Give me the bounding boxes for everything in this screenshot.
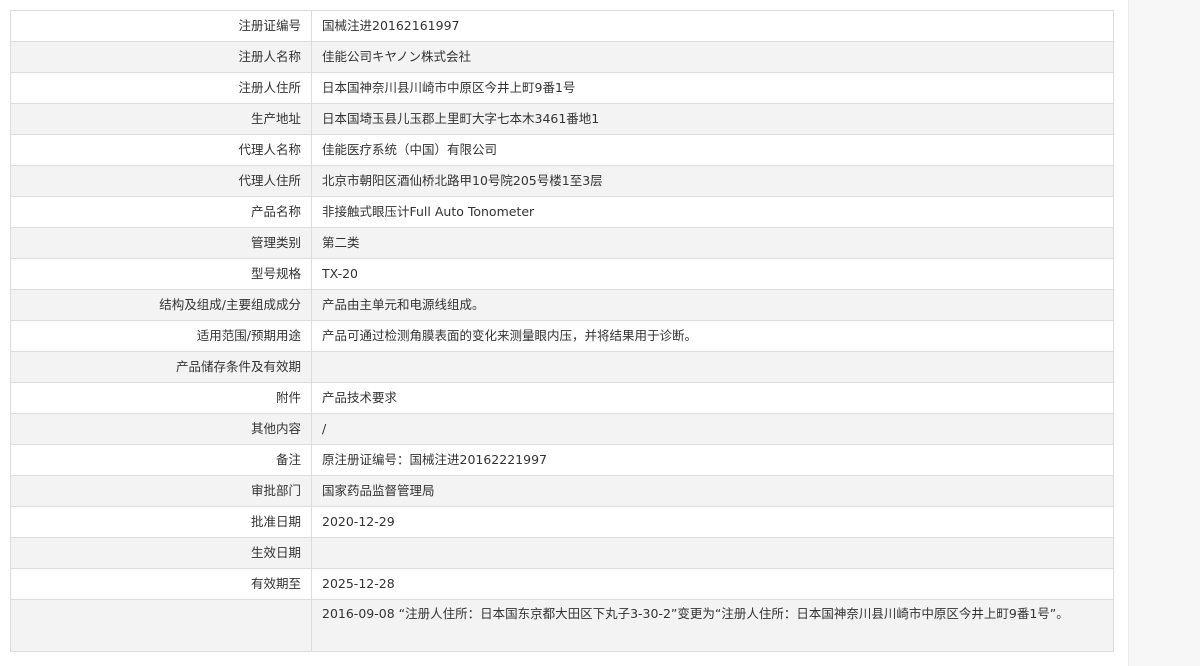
- table-row-storage-validity: 产品储存条件及有效期: [10, 351, 1114, 383]
- table-row-approval-date: 批准日期 2020-12-29: [10, 506, 1114, 538]
- row-label: 生效日期: [10, 537, 312, 569]
- row-value: 产品由主单元和电源线组成。: [311, 289, 1114, 321]
- table-row-other-content: 其他内容 /: [10, 413, 1114, 445]
- row-label: 生产地址: [10, 103, 312, 135]
- table-row-change-history: 2016-09-08 “注册人住所：日本国东京都大田区下丸子3-30-2”变更为…: [10, 599, 1114, 652]
- row-value: 非接触式眼压计Full Auto Tonometer: [311, 196, 1114, 228]
- row-value: 北京市朝阳区酒仙桥北路甲10号院205号楼1至3层: [311, 165, 1114, 197]
- row-label: 适用范围/预期用途: [10, 320, 312, 352]
- row-value: 佳能公司キヤノン株式会社: [311, 41, 1114, 73]
- row-label: 代理人住所: [10, 165, 312, 197]
- row-label: 注册证编号: [10, 10, 312, 42]
- table-row-product-name: 产品名称 非接触式眼压计Full Auto Tonometer: [10, 196, 1114, 228]
- row-value: 第二类: [311, 227, 1114, 259]
- table-row-remarks: 备注 原注册证编号：国械注进20162221997: [10, 444, 1114, 476]
- row-label: 注册人住所: [10, 72, 312, 104]
- row-value: 产品可通过检测角膜表面的变化来测量眼内压，并将结果用于诊断。: [311, 320, 1114, 352]
- row-label: 其他内容: [10, 413, 312, 445]
- row-value: TX-20: [311, 258, 1114, 290]
- table-row-structure-composition: 结构及组成/主要组成成分 产品由主单元和电源线组成。: [10, 289, 1114, 321]
- table-row-production-address: 生产地址 日本国埼玉县儿玉郡上里町大字七本木3461番地1: [10, 103, 1114, 135]
- row-label: 有效期至: [10, 568, 312, 600]
- row-value: /: [311, 413, 1114, 445]
- row-label: 审批部门: [10, 475, 312, 507]
- row-value: 佳能医疗系统（中国）有限公司: [311, 134, 1114, 166]
- row-label: 型号规格: [10, 258, 312, 290]
- table-row-scope-intended-use: 适用范围/预期用途 产品可通过检测角膜表面的变化来测量眼内压，并将结果用于诊断。: [10, 320, 1114, 352]
- row-label: 代理人名称: [10, 134, 312, 166]
- row-label: 管理类别: [10, 227, 312, 259]
- row-value: [311, 537, 1114, 569]
- row-label: 附件: [10, 382, 312, 414]
- table-row-registrant-name: 注册人名称 佳能公司キヤノン株式会社: [10, 41, 1114, 73]
- row-value: 日本国神奈川县川崎市中原区今井上町9番1号: [311, 72, 1114, 104]
- row-value: [311, 351, 1114, 383]
- table-row-registrant-address: 注册人住所 日本国神奈川县川崎市中原区今井上町9番1号: [10, 72, 1114, 104]
- row-value: 产品技术要求: [311, 382, 1114, 414]
- row-label: 备注: [10, 444, 312, 476]
- row-value: 2025-12-28: [311, 568, 1114, 600]
- row-label: 产品名称: [10, 196, 312, 228]
- registration-detail-table: 注册证编号 国械注进20162161997 注册人名称 佳能公司キヤノン株式会社…: [10, 10, 1114, 652]
- table-row-attachment: 附件 产品技术要求: [10, 382, 1114, 414]
- row-label: 产品储存条件及有效期: [10, 351, 312, 383]
- row-value: 2016-09-08 “注册人住所：日本国东京都大田区下丸子3-30-2”变更为…: [311, 599, 1114, 652]
- row-label: 注册人名称: [10, 41, 312, 73]
- table-row-model-spec: 型号规格 TX-20: [10, 258, 1114, 290]
- table-row-approval-department: 审批部门 国家药品监督管理局: [10, 475, 1114, 507]
- row-label: [10, 599, 312, 652]
- row-value: 日本国埼玉县儿玉郡上里町大字七本木3461番地1: [311, 103, 1114, 135]
- row-label: 批准日期: [10, 506, 312, 538]
- table-row-management-category: 管理类别 第二类: [10, 227, 1114, 259]
- row-value: 国家药品监督管理局: [311, 475, 1114, 507]
- row-value: 原注册证编号：国械注进20162221997: [311, 444, 1114, 476]
- table-row-agent-address: 代理人住所 北京市朝阳区酒仙桥北路甲10号院205号楼1至3层: [10, 165, 1114, 197]
- table-row-registration-number: 注册证编号 国械注进20162161997: [10, 10, 1114, 42]
- row-value: 2020-12-29: [311, 506, 1114, 538]
- gutter-edge: [1128, 0, 1129, 666]
- table-row-agent-name: 代理人名称 佳能医疗系统（中国）有限公司: [10, 134, 1114, 166]
- table-row-valid-until: 有效期至 2025-12-28: [10, 568, 1114, 600]
- row-value: 国械注进20162161997: [311, 10, 1114, 42]
- table-row-effective-date: 生效日期: [10, 537, 1114, 569]
- row-label: 结构及组成/主要组成成分: [10, 289, 312, 321]
- right-gutter: [1128, 0, 1200, 666]
